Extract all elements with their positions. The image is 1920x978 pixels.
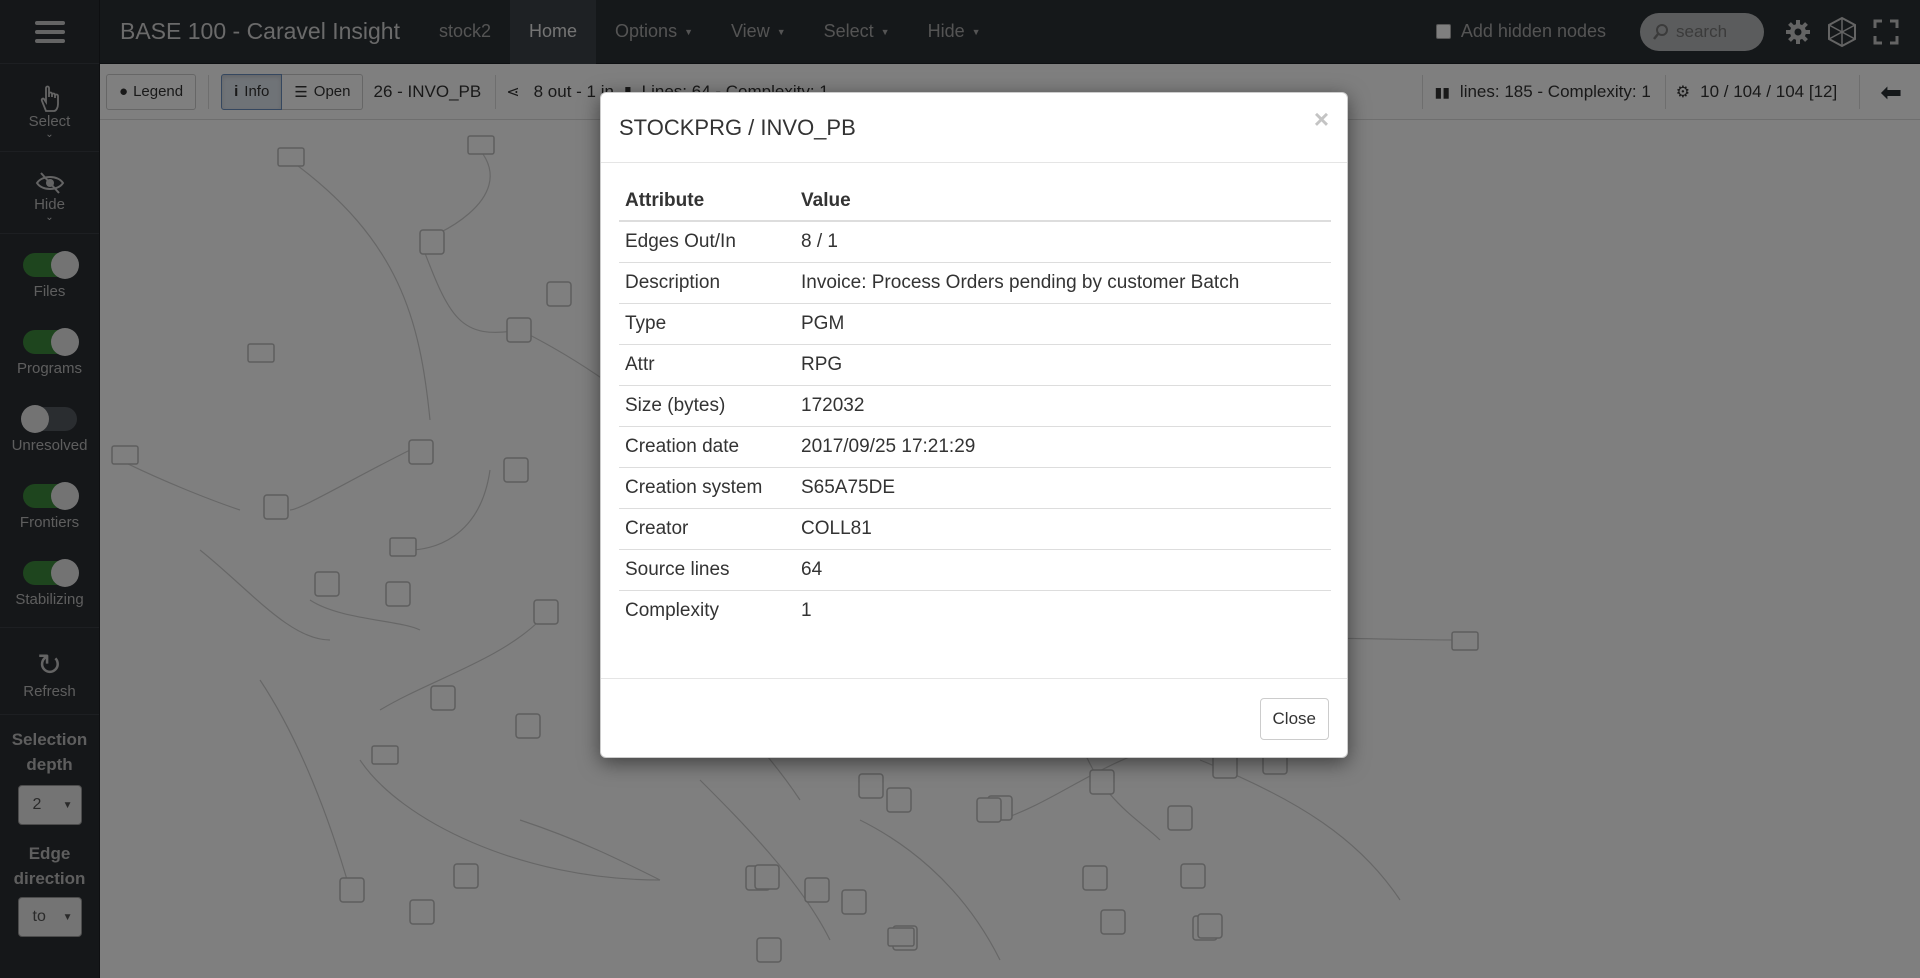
column-header-value: Value: [795, 181, 1331, 222]
table-row: Source lines 64: [619, 548, 1331, 590]
table-row: Creation system S65A75DE: [619, 466, 1331, 508]
attribute-cell: Description: [619, 261, 795, 303]
attribute-cell: Creation system: [619, 466, 795, 508]
value-cell: COLL81: [795, 507, 1331, 549]
table-row: Size (bytes) 172032: [619, 384, 1331, 426]
value-cell: PGM: [795, 302, 1331, 344]
table-header-row: Attribute Value: [619, 181, 1331, 222]
attribute-cell: Attr: [619, 343, 795, 385]
attribute-cell: Complexity: [619, 589, 795, 631]
table-row: Creation date 2017/09/25 17:21:29: [619, 425, 1331, 467]
value-cell: 2017/09/25 17:21:29: [795, 425, 1331, 467]
column-header-attribute: Attribute: [619, 181, 795, 222]
value-cell: S65A75DE: [795, 466, 1331, 508]
modal-footer: Close: [601, 679, 1347, 759]
value-cell: Invoice: Process Orders pending by custo…: [795, 261, 1331, 303]
table-row: Creator COLL81: [619, 507, 1331, 549]
modal-body: Attribute Value Edges Out/In 8 / 1 Descri…: [601, 163, 1347, 679]
table-row: Attr RPG: [619, 343, 1331, 385]
table-row: Edges Out/In 8 / 1: [619, 220, 1331, 262]
attribute-cell: Creation date: [619, 425, 795, 467]
table-row: Description Invoice: Process Orders pendi…: [619, 261, 1331, 303]
attribute-cell: Edges Out/In: [619, 220, 795, 262]
value-cell: 1: [795, 589, 1331, 631]
value-cell: 172032: [795, 384, 1331, 426]
value-cell: 64: [795, 548, 1331, 590]
value-cell: RPG: [795, 343, 1331, 385]
modal-title: STOCKPRG / INVO_PB: [619, 114, 856, 140]
attribute-cell: Creator: [619, 507, 795, 549]
info-modal: STOCKPRG / INVO_PB × Attribute Value Edg…: [600, 92, 1348, 758]
attribute-cell: Type: [619, 302, 795, 344]
table-row: Complexity 1: [619, 589, 1331, 631]
attribute-cell: Size (bytes): [619, 384, 795, 426]
value-cell: 8 / 1: [795, 220, 1331, 262]
close-icon[interactable]: ×: [1314, 106, 1329, 132]
attribute-cell: Source lines: [619, 548, 795, 590]
modal-header: STOCKPRG / INVO_PB ×: [601, 93, 1347, 163]
close-button[interactable]: Close: [1259, 698, 1329, 740]
table-row: Type PGM: [619, 302, 1331, 344]
attributes-table: Attribute Value Edges Out/In 8 / 1 Descri…: [619, 181, 1331, 631]
